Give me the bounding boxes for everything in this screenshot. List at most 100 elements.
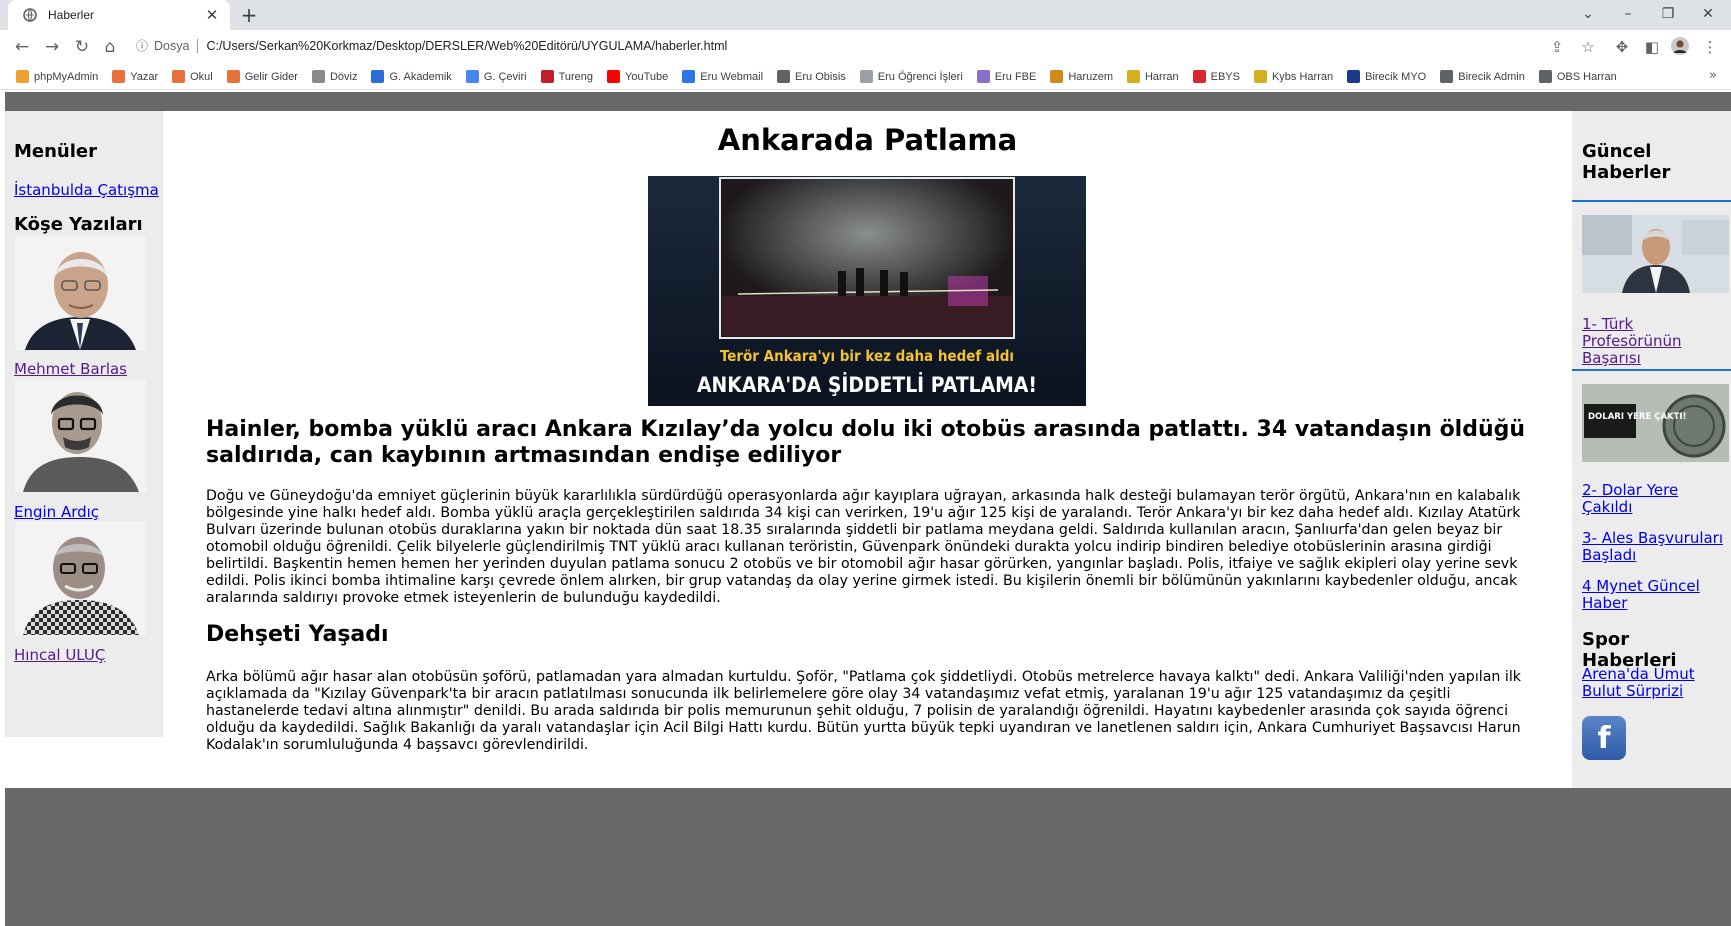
- bookmark-icon: [976, 70, 990, 83]
- tab-search-icon[interactable]: ⌄: [1568, 2, 1608, 26]
- bookmark-item[interactable]: Harran: [1126, 70, 1179, 83]
- bookmark-item[interactable]: YouTube: [607, 70, 668, 83]
- bookmark-icon: [1126, 70, 1140, 83]
- bookmark-item[interactable]: Eru Webmail: [682, 70, 763, 83]
- news-image: Terör Ankara'yı bir kez daha hedef aldı …: [648, 176, 1086, 406]
- bookmark-item[interactable]: Tureng: [540, 70, 594, 83]
- bookmark-icon: [311, 70, 325, 83]
- bookmark-label: Yazar: [130, 70, 159, 83]
- address-bar[interactable]: ⓘ Dosya C:/Users/Serkan%20Korkmaz/Deskto…: [136, 37, 727, 54]
- bookmark-label: G. Akademik: [389, 70, 452, 83]
- bookmark-star-icon[interactable]: ☆: [1578, 37, 1598, 57]
- menu-icon[interactable]: ⋮: [1700, 37, 1720, 57]
- bookmark-label: Gelir Gider: [244, 70, 298, 83]
- bookmark-item[interactable]: Birecik Admin: [1440, 70, 1525, 83]
- bookmark-icon: [465, 70, 479, 83]
- bookmark-icon: [777, 70, 791, 83]
- back-icon[interactable]: ←: [9, 35, 35, 59]
- bookmark-label: Eru Öğrenci İşleri: [877, 70, 963, 83]
- side-panel-icon[interactable]: ◧: [1642, 37, 1662, 57]
- bookmark-icon: [859, 70, 873, 83]
- bookmark-icon: [1440, 70, 1454, 83]
- bookmark-item[interactable]: OBS Harran: [1538, 70, 1617, 83]
- close-window-icon[interactable]: ✕: [1688, 2, 1728, 26]
- bookmark-icon: [1347, 70, 1361, 83]
- forward-icon[interactable]: →: [39, 35, 65, 59]
- browser-toolbar: ← → ↻ ⌂ ⓘ Dosya C:/Users/Serkan%20Korkma…: [0, 30, 1731, 64]
- news-link-1[interactable]: 1- Türk Profesörünün Başarısı: [1582, 316, 1727, 367]
- bookmark-label: YouTube: [625, 70, 669, 83]
- author-link-engin-ardic[interactable]: Engin Ardıç: [14, 503, 99, 521]
- bookmark-label: Tureng: [558, 70, 594, 83]
- bookmark-item[interactable]: Eru Obisis: [777, 70, 846, 83]
- bookmark-label: Döviz: [329, 70, 358, 83]
- bookmark-label: G. Çeviri: [483, 70, 527, 83]
- author-link-hincal-uluc[interactable]: Hıncal ULUÇ: [14, 646, 105, 664]
- divider: [1572, 369, 1731, 371]
- home-icon[interactable]: ⌂: [97, 35, 123, 59]
- bookmark-label: Harran: [1144, 70, 1179, 83]
- bookmark-label: Birecik MYO: [1365, 70, 1427, 83]
- bookmark-icon: [1192, 70, 1206, 83]
- current-news-title: Güncel Haberler: [1582, 141, 1671, 183]
- image-caption-top: Terör Ankara'yı bir kez daha hedef aldı: [720, 347, 1014, 365]
- info-icon[interactable]: ⓘ: [136, 37, 148, 54]
- bookmark-icon: [16, 70, 29, 83]
- bookmark-label: OBS Harran: [1556, 70, 1617, 83]
- bookmark-item[interactable]: Yazar: [112, 70, 158, 83]
- minimize-icon[interactable]: –: [1608, 2, 1648, 26]
- bookmark-item[interactable]: Birecik MYO: [1347, 70, 1426, 83]
- tab-title: Haberler: [48, 8, 95, 22]
- bookmark-item[interactable]: Haruzem: [1050, 70, 1113, 83]
- thumb2-caption: DOLARI YERE ÇAKTI!: [1588, 412, 1686, 422]
- extensions-icon[interactable]: ✥: [1612, 37, 1632, 57]
- bookmark-label: Eru Webmail: [700, 70, 764, 83]
- bookmark-icon: [112, 70, 126, 83]
- news-link-4[interactable]: 4 Mynet Güncel Haber: [1582, 578, 1727, 612]
- page-footer: [5, 788, 1731, 926]
- bookmark-item[interactable]: phpMyAdmin: [16, 70, 98, 83]
- bookmark-icon: [172, 70, 186, 83]
- more-bookmarks-icon[interactable]: »: [1709, 68, 1717, 83]
- address-separator: [197, 38, 199, 53]
- restore-icon[interactable]: ❐: [1648, 2, 1688, 26]
- bookmark-item[interactable]: G. Çeviri: [465, 70, 527, 83]
- facebook-icon[interactable]: f: [1582, 716, 1626, 760]
- sports-link-1[interactable]: Arena'da Umut Bulut Sürprizi: [1582, 666, 1727, 700]
- bookmark-item[interactable]: EBYS: [1192, 70, 1240, 83]
- bookmark-label: Eru Obisis: [795, 70, 846, 83]
- author-link-mehmet-barlas[interactable]: Mehmet Barlas: [14, 360, 127, 378]
- menu-title: Menüler: [14, 141, 98, 162]
- bookmark-label: Kybs Harran: [1271, 70, 1334, 83]
- bookmark-icon: [1538, 70, 1552, 83]
- bookmark-item[interactable]: Eru Öğrenci İşleri: [859, 70, 963, 83]
- left-sidebar: Menüler İstanbulda Çatışma Köşe Yazıları…: [5, 111, 163, 737]
- profile-avatar-icon[interactable]: [1670, 37, 1690, 57]
- author-photo-hincal-uluc: [15, 522, 146, 635]
- bookmark-item[interactable]: Okul: [172, 70, 213, 83]
- bookmark-label: Okul: [190, 70, 213, 83]
- bookmark-label: Birecik Admin: [1458, 70, 1525, 83]
- bookmark-item[interactable]: Döviz: [311, 70, 358, 83]
- author-photo-mehmet-barlas: [15, 237, 146, 350]
- browser-tab[interactable]: Haberler ✕: [8, 0, 230, 30]
- bookmark-item[interactable]: G. Akademik: [371, 70, 452, 83]
- new-tab-button[interactable]: +: [238, 4, 260, 26]
- author-photo-engin-ardic: [15, 379, 146, 492]
- bookmark-icon: [226, 70, 240, 83]
- news-link-2[interactable]: 2- Dolar Yere Çakıldı: [1582, 482, 1727, 516]
- address-url[interactable]: C:/Users/Serkan%20Korkmaz/Desktop/DERSLE…: [206, 39, 727, 53]
- bookmark-icon: [371, 70, 385, 83]
- close-tab-icon[interactable]: ✕: [204, 7, 220, 23]
- bookmark-item[interactable]: Eru FBE: [976, 70, 1036, 83]
- bookmark-label: phpMyAdmin: [34, 70, 99, 83]
- bookmark-item[interactable]: Kybs Harran: [1253, 70, 1334, 83]
- menu-link-istanbul[interactable]: İstanbulda Çatışma: [14, 181, 159, 199]
- bookmark-label: EBYS: [1210, 70, 1240, 83]
- bookmark-icon: [607, 70, 621, 83]
- news-link-3[interactable]: 3- Ales Başvuruları Başladı: [1582, 530, 1727, 564]
- share-icon[interactable]: ⇪: [1547, 37, 1567, 57]
- bookmark-icon: [1050, 70, 1064, 83]
- reload-icon[interactable]: ↻: [69, 35, 95, 59]
- bookmark-item[interactable]: Gelir Gider: [226, 70, 298, 83]
